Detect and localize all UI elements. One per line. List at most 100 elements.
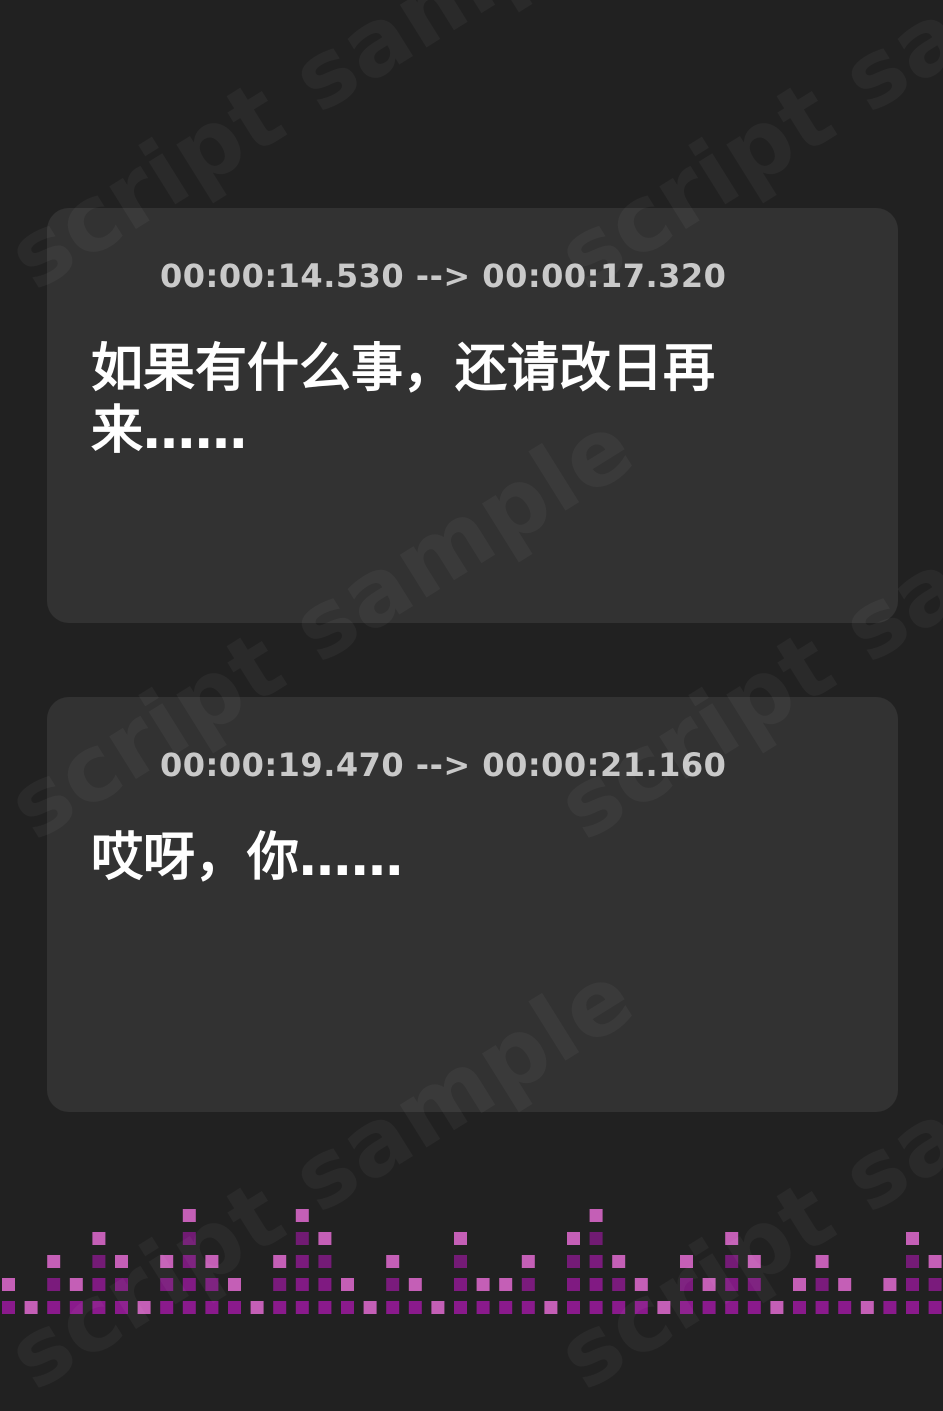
equalizer-block — [499, 1278, 513, 1291]
watermark-layer: script sample script sample script sampl… — [0, 0, 943, 1411]
equalizer-block — [137, 1301, 151, 1314]
equalizer-block — [295, 1255, 309, 1268]
equalizer-block — [612, 1255, 626, 1268]
equalizer-block — [47, 1301, 61, 1314]
equalizer-block — [815, 1255, 829, 1268]
equalizer-block — [815, 1301, 829, 1314]
equalizer-block — [92, 1301, 106, 1314]
equalizer-block — [747, 1255, 761, 1268]
equalizer-block — [182, 1301, 196, 1314]
equalizer-block — [228, 1301, 241, 1314]
equalizer-block — [906, 1301, 919, 1314]
equalizer-block — [883, 1278, 897, 1291]
cue-header: 00:00:19.470 --> 00:00:21.160 — [89, 745, 726, 785]
equalizer-block — [182, 1232, 196, 1245]
equalizer-block — [657, 1301, 671, 1314]
equalizer-block — [92, 1278, 106, 1291]
equalizer-block — [499, 1301, 513, 1314]
cue-text: 哎呀，你…… — [91, 828, 404, 888]
equalizer-block — [476, 1278, 490, 1291]
equalizer-block — [589, 1278, 603, 1291]
equalizer-block — [928, 1278, 942, 1291]
equalizer-block — [454, 1278, 467, 1291]
equalizer-block — [295, 1278, 309, 1291]
equalizer-block — [69, 1278, 83, 1291]
equalizer-block — [454, 1232, 467, 1245]
sound-wave-icon — [90, 256, 136, 296]
equalizer-block — [363, 1301, 377, 1314]
equalizer-block — [273, 1301, 287, 1314]
equalizer-block — [273, 1278, 287, 1291]
equalizer-block — [205, 1255, 219, 1268]
equalizer-block — [725, 1301, 739, 1314]
equalizer-block — [567, 1232, 580, 1245]
equalizer-block — [408, 1301, 422, 1314]
equalizer-block — [2, 1301, 15, 1314]
equalizer-block — [182, 1278, 196, 1291]
equalizer-block — [612, 1301, 626, 1314]
equalizer-block — [92, 1255, 106, 1268]
subtitle-card: 00:00:14.530 --> 00:00:17.320 如果有什么事，还请改… — [47, 208, 898, 623]
sound-wave-icon — [90, 745, 136, 785]
equalizer-block — [115, 1301, 128, 1314]
equalizer-block — [634, 1278, 648, 1291]
equalizer-block — [295, 1301, 309, 1314]
cue-header: 00:00:14.530 --> 00:00:17.320 — [89, 256, 726, 296]
cue-timestamp: 00:00:19.470 --> 00:00:21.160 — [160, 746, 727, 784]
equalizer-block — [747, 1278, 761, 1291]
equalizer-block — [250, 1301, 264, 1314]
equalizer-block — [634, 1301, 648, 1314]
equalizer-block — [454, 1255, 467, 1268]
equalizer-block — [69, 1301, 83, 1314]
equalizer-block — [24, 1301, 38, 1314]
equalizer-block — [2, 1278, 15, 1291]
equalizer-block — [725, 1278, 739, 1291]
equalizer-block — [793, 1301, 806, 1314]
equalizer-block — [47, 1255, 61, 1268]
equalizer-block — [567, 1301, 580, 1314]
equalizer-block — [47, 1278, 61, 1291]
equalizer-block — [476, 1301, 490, 1314]
cue-text: 如果有什么事，还请改日再来…… — [91, 339, 716, 461]
equalizer-block — [386, 1278, 400, 1291]
equalizer-block — [160, 1278, 174, 1291]
equalizer-block — [318, 1301, 332, 1314]
subtitle-card: 00:00:19.470 --> 00:00:21.160 哎呀，你…… — [47, 697, 898, 1112]
equalizer-block — [612, 1278, 626, 1291]
equalizer-block — [860, 1301, 874, 1314]
equalizer-block — [838, 1301, 852, 1314]
equalizer-block — [589, 1301, 603, 1314]
equalizer-block — [318, 1255, 332, 1268]
equalizer-block — [589, 1209, 603, 1222]
equalizer-block — [182, 1209, 196, 1222]
equalizer-block — [295, 1232, 309, 1245]
equalizer-block — [928, 1301, 942, 1314]
equalizer-block — [318, 1232, 332, 1245]
equalizer-block — [702, 1278, 716, 1291]
equalizer-block — [567, 1278, 580, 1291]
cue-timestamp: 00:00:14.530 --> 00:00:17.320 — [160, 257, 727, 295]
equalizer-block — [544, 1301, 558, 1314]
equalizer-block — [160, 1301, 174, 1314]
equalizer-block — [702, 1301, 716, 1314]
equalizer-block — [521, 1301, 535, 1314]
equalizer-block — [680, 1278, 693, 1291]
equalizer-block — [160, 1255, 174, 1268]
equalizer-block — [386, 1255, 400, 1268]
equalizer-block — [906, 1255, 919, 1268]
equalizer-block — [92, 1232, 106, 1245]
equalizer-block — [589, 1255, 603, 1268]
equalizer-block — [521, 1278, 535, 1291]
equalizer-block — [928, 1255, 942, 1268]
equalizer-block — [725, 1232, 739, 1245]
equalizer-block — [521, 1255, 535, 1268]
equalizer-block — [747, 1301, 761, 1314]
equalizer-block — [273, 1255, 287, 1268]
equalizer-block — [838, 1278, 852, 1291]
equalizer-block — [454, 1301, 467, 1314]
equalizer-decoration — [2, 1209, 942, 1314]
equalizer-block — [815, 1278, 829, 1291]
equalizer-block — [906, 1278, 919, 1291]
equalizer-block — [182, 1255, 196, 1268]
equalizer-block — [680, 1255, 693, 1268]
